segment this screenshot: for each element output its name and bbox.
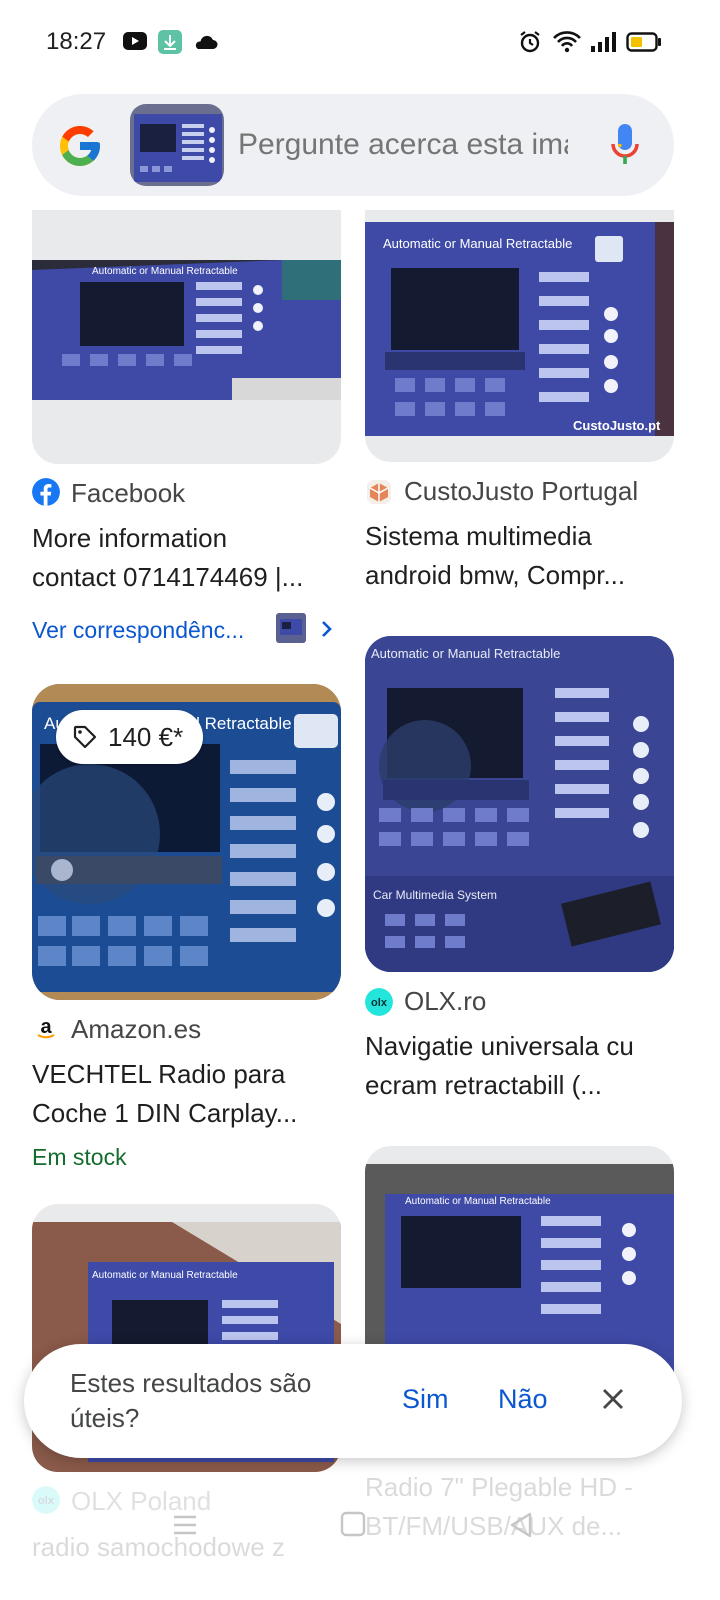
cloud-icon	[195, 35, 218, 49]
match-thumbnail[interactable]	[276, 613, 306, 643]
feedback-no-button[interactable]: Não	[498, 1384, 548, 1415]
svg-text:a: a	[40, 1016, 52, 1038]
price-tag-icon	[73, 725, 97, 749]
system-nav-bar	[0, 1505, 720, 1600]
youtube-icon	[123, 32, 147, 50]
result-title-line: android bmw, Compr...	[365, 560, 626, 590]
home-icon[interactable]	[340, 1511, 366, 1537]
result-title-line: More information	[32, 523, 228, 553]
watermark-text: CustoJusto.pt	[573, 418, 661, 433]
alarm-icon	[520, 31, 540, 53]
download-icon	[158, 30, 182, 54]
amazon-icon: a	[32, 1014, 60, 1042]
search-input[interactable]	[238, 120, 568, 170]
result-image[interactable]: Automatic or Manual Retractable Car Mult…	[365, 636, 674, 972]
result-image[interactable]: Automatic or Manual Retractable	[365, 1146, 674, 1376]
product-box-text: Automatic or Manual Retractable	[92, 1270, 238, 1281]
result-title-line: ecram retractabill (...	[365, 1070, 602, 1100]
olx-icon: olx	[365, 988, 393, 1016]
result-title[interactable]: Navigatie universala cu ecram retractabi…	[365, 1027, 675, 1105]
product-box-text: Automatic or Manual Retractable	[92, 266, 238, 277]
menu-icon[interactable]	[172, 1513, 198, 1537]
price-label: 140 €*	[108, 721, 184, 752]
result-title-line: contact 0714174469 |...	[32, 562, 304, 592]
back-icon[interactable]	[508, 1511, 534, 1539]
close-icon[interactable]	[598, 1384, 628, 1414]
price-badge: 140 €*	[56, 710, 204, 764]
signal-icon	[591, 32, 616, 52]
status-time: 18:27	[46, 28, 107, 55]
result-title-line: Radio 7" Plegable HD -	[365, 1472, 633, 1502]
facebook-icon	[32, 478, 60, 506]
result-title[interactable]: Sistema multimedia android bmw, Compr...	[365, 517, 675, 595]
product-box-subtext: Car Multimedia System	[373, 888, 498, 902]
result-title-line: Navigatie universala cu	[365, 1031, 634, 1061]
battery-icon	[626, 32, 661, 52]
product-box-text: Automatic or Manual Retractable	[383, 236, 573, 251]
search-bar[interactable]	[32, 94, 674, 196]
feedback-question: Estes resultados são úteis?	[70, 1368, 312, 1433]
result-image[interactable]: Automatic or Manual Retractable	[32, 210, 341, 464]
result-source: Amazon.es	[71, 1014, 202, 1044]
result-source: OLX.ro	[404, 986, 487, 1016]
feedback-prompt: Estes resultados são úteis? Sim Não	[24, 1344, 682, 1458]
product-box-text: Automatic or Manual Retractable	[371, 646, 561, 661]
result-title-line: Sistema multimedia	[365, 521, 592, 551]
wifi-icon	[553, 31, 581, 53]
product-box-text: Automatic or Manual Retractable	[405, 1196, 551, 1207]
result-source: Facebook	[71, 478, 186, 508]
chevron-right-icon[interactable]	[318, 618, 336, 640]
result-source: CustoJusto Portugal	[404, 476, 639, 506]
google-logo-icon	[60, 126, 100, 166]
result-image[interactable]: Automatic or Manual Retractable CustoJus…	[365, 210, 674, 462]
feedback-yes-button[interactable]: Sim	[402, 1384, 449, 1415]
status-bar: 18:27	[0, 0, 720, 88]
query-image-thumbnail[interactable]	[130, 104, 224, 186]
stock-status: Em stock	[32, 1144, 127, 1170]
see-matches-link[interactable]: Ver correspondênc...	[32, 617, 244, 644]
svg-text:olx: olx	[371, 997, 388, 1009]
microphone-icon[interactable]	[610, 122, 640, 168]
custojusto-icon	[367, 480, 391, 504]
result-title-line: VECHTEL Radio para	[32, 1059, 286, 1089]
result-title[interactable]: VECHTEL Radio para Coche 1 DIN Carplay..…	[32, 1055, 342, 1133]
result-title-line: Coche 1 DIN Carplay...	[32, 1098, 298, 1128]
result-title[interactable]: More information contact 0714174469 |...	[32, 519, 342, 597]
